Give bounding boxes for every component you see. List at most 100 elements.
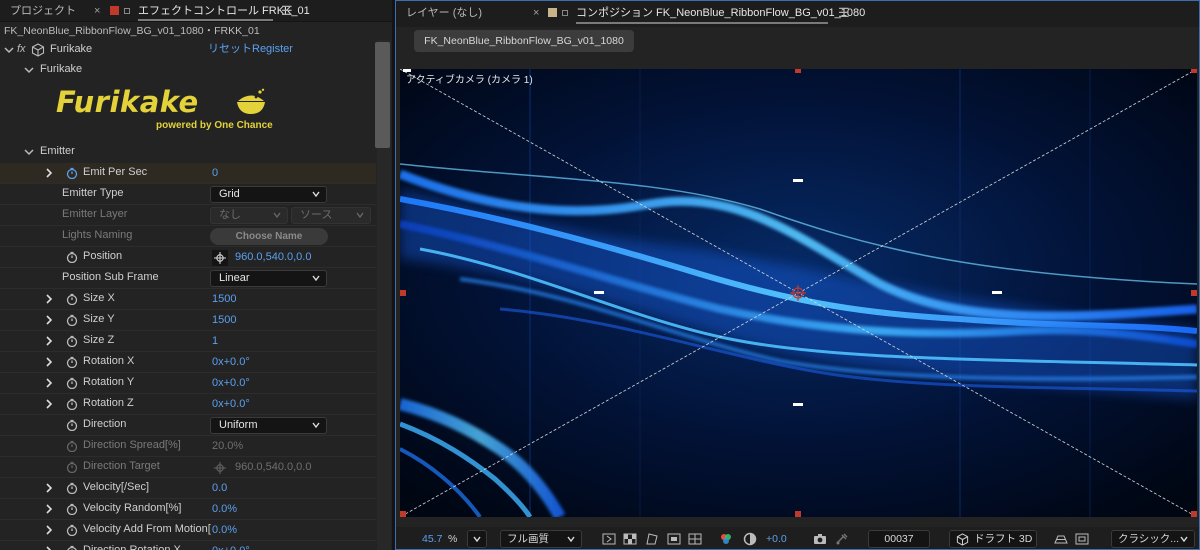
chevron-right-icon[interactable] bbox=[44, 483, 54, 493]
param-size-x[interactable]: Size X 1500 bbox=[0, 289, 376, 310]
stopwatch-icon[interactable] bbox=[66, 482, 78, 494]
ground-plane-icon[interactable] bbox=[1053, 531, 1069, 547]
chevron-right-icon[interactable] bbox=[44, 315, 54, 325]
crosshair-icon[interactable] bbox=[212, 250, 228, 266]
register-link[interactable]: Register bbox=[252, 40, 293, 61]
fast-preview-icon[interactable] bbox=[601, 531, 617, 547]
param-direction-rotation-x[interactable]: Direction Rotation X 0x+0.0° bbox=[0, 541, 376, 550]
close-icon[interactable]: × bbox=[94, 0, 100, 22]
chevron-down-icon[interactable] bbox=[24, 147, 34, 157]
lock-icon[interactable] bbox=[562, 10, 568, 16]
chevron-down-icon bbox=[312, 191, 320, 197]
exposure-value[interactable]: +0.0 bbox=[766, 531, 787, 547]
chevron-right-icon[interactable] bbox=[44, 294, 54, 304]
emitter-layer-dropdown[interactable]: なし bbox=[210, 207, 288, 224]
param-value[interactable]: 0.0% bbox=[212, 499, 237, 520]
zoom-dropdown[interactable] bbox=[467, 530, 487, 548]
chevron-right-icon[interactable] bbox=[44, 336, 54, 346]
direction-dropdown[interactable]: Uniform bbox=[210, 417, 327, 434]
param-value[interactable]: 1500 bbox=[212, 289, 236, 310]
group-emitter-row[interactable]: Emitter bbox=[0, 142, 376, 162]
param-velocity-random[interactable]: Velocity Random[%] 0.0% bbox=[0, 499, 376, 520]
param-value[interactable]: 0x+0.0° bbox=[212, 352, 250, 373]
stopwatch-icon[interactable] bbox=[66, 398, 78, 410]
mask-path-icon[interactable] bbox=[644, 531, 660, 547]
param-value[interactable]: 0x+0.0° bbox=[212, 394, 250, 415]
group-furikake-row[interactable]: Furikake bbox=[0, 60, 376, 80]
scrollbar-thumb[interactable] bbox=[375, 42, 390, 148]
reset-link[interactable]: リセット bbox=[208, 40, 252, 61]
param-value[interactable]: 1500 bbox=[212, 310, 236, 331]
3d-view-dropdown[interactable]: クラシック... bbox=[1111, 530, 1195, 548]
chevron-right-icon[interactable] bbox=[44, 357, 54, 367]
param-value[interactable]: 0.0 bbox=[212, 478, 227, 499]
tab-composition[interactable]: コンポジション FK_NeonBlue_RibbonFlow_BG_v01_10… bbox=[576, 1, 865, 23]
emitter-type-dropdown[interactable]: Grid bbox=[210, 186, 327, 203]
stopwatch-icon[interactable] bbox=[66, 293, 78, 305]
param-value[interactable]: 0.0% bbox=[212, 520, 237, 541]
choose-name-button[interactable]: Choose Name bbox=[210, 228, 328, 245]
param-value[interactable]: 0x+0.0° bbox=[212, 373, 250, 394]
stopwatch-icon[interactable] bbox=[66, 419, 78, 431]
camera-snapshot-icon[interactable] bbox=[812, 531, 828, 547]
transparency-grid-icon[interactable] bbox=[622, 531, 638, 547]
stopwatch-icon[interactable] bbox=[66, 167, 78, 179]
tab-project[interactable]: プロジェクト bbox=[10, 0, 76, 22]
param-velocity[interactable]: Velocity[/Sec] 0.0 bbox=[0, 478, 376, 499]
effect-header-row[interactable]: fx Furikake リセット Register bbox=[0, 40, 376, 60]
draft-3d-toggle[interactable]: ドラフト 3D bbox=[949, 530, 1037, 548]
param-size-y[interactable]: Size Y 1500 bbox=[0, 310, 376, 331]
grid-guides-icon[interactable] bbox=[687, 531, 703, 547]
stopwatch-icon[interactable] bbox=[66, 356, 78, 368]
param-value[interactable]: 0x+0.0° bbox=[212, 541, 250, 550]
param-position-sub-frame: Position Sub Frame Linear bbox=[0, 268, 376, 289]
lock-icon[interactable] bbox=[124, 8, 130, 14]
emitter-layer-source-dropdown[interactable]: ソース bbox=[291, 207, 371, 224]
safe-margins-icon[interactable] bbox=[666, 531, 682, 547]
tab-layer[interactable]: レイヤー (なし) bbox=[406, 1, 482, 23]
stopwatch-icon[interactable] bbox=[66, 335, 78, 347]
show-snapshot-icon[interactable] bbox=[834, 531, 850, 547]
param-value[interactable]: 1 bbox=[212, 331, 218, 352]
extended-viewer-icon[interactable] bbox=[1074, 531, 1090, 547]
param-label: Emitter Type bbox=[62, 187, 124, 199]
chevron-down-icon[interactable] bbox=[4, 45, 14, 55]
dropdown-value: なし bbox=[219, 209, 241, 221]
param-value[interactable]: 960.0,540.0,0.0 bbox=[235, 247, 311, 268]
panel-menu-icon[interactable]: ☰ bbox=[838, 5, 850, 21]
zoom-value[interactable]: 45.7 bbox=[422, 531, 442, 547]
panel-menu-icon[interactable]: ☰ bbox=[281, 3, 293, 19]
stopwatch-icon[interactable] bbox=[66, 545, 78, 550]
chevron-right-icon[interactable] bbox=[44, 399, 54, 409]
stopwatch-icon[interactable] bbox=[66, 251, 78, 263]
param-rotation-x[interactable]: Rotation X 0x+0.0° bbox=[0, 352, 376, 373]
chevron-right-icon[interactable] bbox=[44, 546, 54, 550]
chevron-right-icon[interactable] bbox=[44, 168, 54, 178]
color-channels-icon[interactable] bbox=[718, 531, 734, 547]
stopwatch-icon[interactable] bbox=[66, 503, 78, 515]
param-rotation-y[interactable]: Rotation Y 0x+0.0° bbox=[0, 373, 376, 394]
fx-toggle[interactable]: fx bbox=[17, 40, 26, 61]
neon-ribbon-image bbox=[400, 69, 1197, 517]
param-velocity-add-from-motion[interactable]: Velocity Add From Motion[ 0.0% bbox=[0, 520, 376, 541]
chevron-right-icon[interactable] bbox=[44, 504, 54, 514]
viewer-bottom-bar: 45.7 % フル画質 +0.0 00037 ドラフト 3D クラシック... bbox=[396, 527, 1199, 549]
stopwatch-icon[interactable] bbox=[66, 314, 78, 326]
position-sub-frame-dropdown[interactable]: Linear bbox=[210, 270, 327, 287]
close-icon[interactable]: × bbox=[533, 1, 539, 23]
stopwatch-icon[interactable] bbox=[66, 377, 78, 389]
chevron-down-icon[interactable] bbox=[24, 65, 34, 75]
param-rotation-z[interactable]: Rotation Z 0x+0.0° bbox=[0, 394, 376, 415]
stopwatch-icon[interactable] bbox=[66, 524, 78, 536]
chevron-right-icon[interactable] bbox=[44, 378, 54, 388]
timecode-field[interactable]: 00037 bbox=[868, 530, 930, 548]
composition-tag[interactable]: FK_NeonBlue_RibbonFlow_BG_v01_1080 bbox=[414, 30, 634, 52]
param-size-z[interactable]: Size Z 1 bbox=[0, 331, 376, 352]
param-label: Position bbox=[83, 250, 123, 262]
param-emit-per-sec[interactable]: Emit Per Sec 0 bbox=[0, 163, 376, 184]
composition-viewer[interactable]: アクティブカメラ (カメラ 1) bbox=[400, 69, 1197, 517]
param-value[interactable]: 0 bbox=[212, 163, 218, 184]
chevron-right-icon[interactable] bbox=[44, 525, 54, 535]
resolution-dropdown[interactable]: フル画質 bbox=[500, 530, 582, 548]
exposure-reset-icon[interactable] bbox=[742, 531, 758, 547]
